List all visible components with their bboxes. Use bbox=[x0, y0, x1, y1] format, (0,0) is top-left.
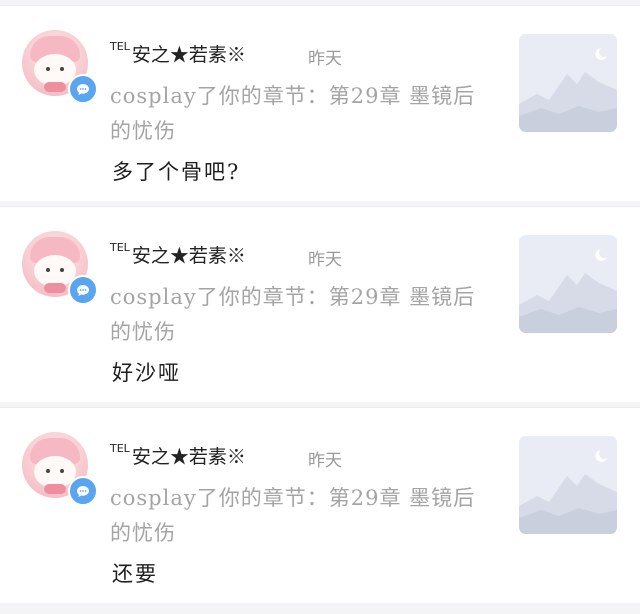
notification-item[interactable]: TEL 安之★若素※ 昨天 cosplay了你的章节：第29章 墨镜后的忧伤 多了… bbox=[0, 5, 640, 201]
image-placeholder-icon[interactable] bbox=[519, 436, 617, 534]
image-placeholder-icon[interactable] bbox=[519, 34, 617, 132]
user-name-text: 安之★若素※ bbox=[131, 44, 246, 66]
user-prefix: TEL bbox=[110, 40, 130, 53]
image-placeholder-icon[interactable] bbox=[519, 235, 617, 333]
chat-bubble-icon bbox=[68, 476, 98, 506]
timestamp: 昨天 bbox=[308, 250, 342, 270]
user-name[interactable]: TEL 安之★若素※ bbox=[110, 40, 246, 67]
notification-item[interactable]: TEL 安之★若素※ 昨天 cosplay了你的章节：第29章 墨镜后的忧伤 还要 bbox=[0, 407, 640, 603]
reply-text: 多了个骨吧? bbox=[112, 160, 241, 184]
user-prefix: TEL bbox=[110, 241, 130, 254]
notification-item[interactable]: TEL 安之★若素※ 昨天 cosplay了你的章节：第29章 墨镜后的忧伤 好沙… bbox=[0, 206, 640, 402]
reply-text: 好沙哑 bbox=[112, 361, 181, 385]
user-name[interactable]: TEL 安之★若素※ bbox=[110, 241, 246, 268]
user-prefix: TEL bbox=[110, 442, 130, 455]
chat-bubble-icon bbox=[68, 74, 98, 104]
chat-bubble-icon bbox=[68, 275, 98, 305]
user-name-text: 安之★若素※ bbox=[131, 446, 246, 468]
notification-message[interactable]: cosplay了你的章节：第29章 墨镜后的忧伤 bbox=[110, 481, 490, 551]
user-name-text: 安之★若素※ bbox=[131, 245, 246, 267]
user-name[interactable]: TEL 安之★若素※ bbox=[110, 442, 246, 469]
notification-message[interactable]: cosplay了你的章节：第29章 墨镜后的忧伤 bbox=[110, 79, 490, 149]
reply-text: 还要 bbox=[112, 562, 158, 586]
timestamp: 昨天 bbox=[308, 49, 342, 69]
notification-message[interactable]: cosplay了你的章节：第29章 墨镜后的忧伤 bbox=[110, 280, 490, 350]
timestamp: 昨天 bbox=[308, 451, 342, 471]
